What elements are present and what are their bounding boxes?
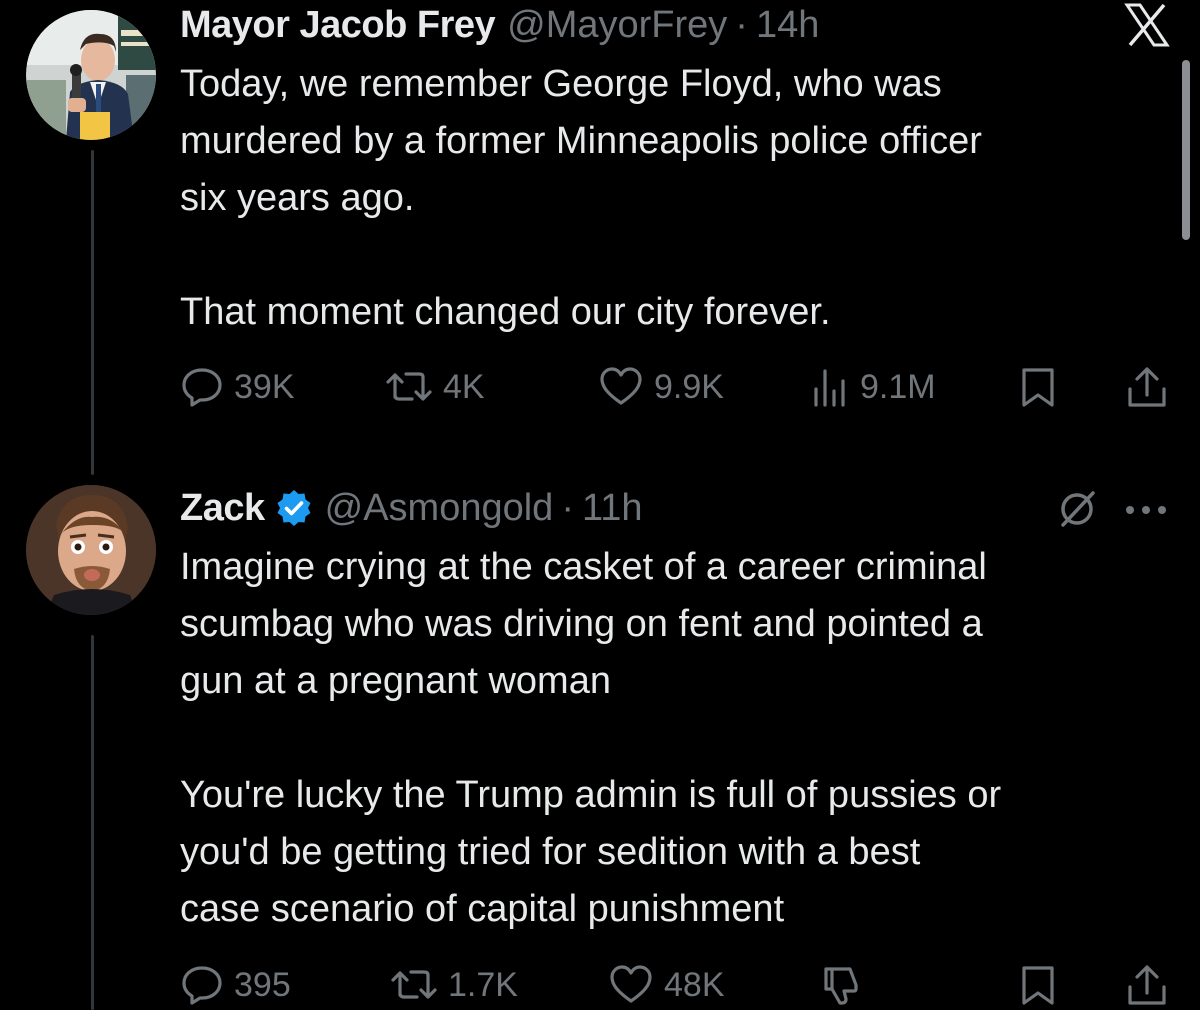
views-button[interactable]: 9.1M (810, 362, 936, 412)
more-icon[interactable] (1118, 490, 1174, 530)
like-button[interactable]: 9.9K (598, 362, 724, 412)
tweet-text-1: Today, we remember George Floyd, who was… (180, 63, 982, 333)
bookmark-icon (1018, 963, 1058, 1007)
tweet-text-2: Imagine crying at the casket of a career… (180, 546, 1002, 930)
repost-icon (390, 963, 438, 1007)
share-button[interactable] (1125, 960, 1169, 1010)
tweet-header-2: Zack @Asmongold · 11h (180, 485, 643, 531)
repost-count: 1.7K (448, 965, 518, 1004)
views-count: 9.1M (860, 367, 936, 406)
like-button[interactable]: 48K (608, 960, 725, 1010)
like-icon (598, 365, 644, 409)
bookmark-button[interactable] (1018, 362, 1058, 412)
author-name[interactable]: Zack (180, 485, 265, 531)
thread-line-top (91, 150, 94, 475)
action-bar-1: 39K 4K 9.9K 9.1M (180, 362, 1170, 412)
reply-icon (180, 963, 224, 1007)
timestamp[interactable]: 14h (756, 2, 819, 48)
author-handle[interactable]: @Asmongold (325, 485, 554, 531)
reply-icon (180, 365, 224, 409)
avatar-zack[interactable] (26, 485, 156, 615)
views-icon (810, 365, 850, 409)
grok-icon[interactable] (1052, 486, 1102, 532)
reply-count: 39K (234, 367, 295, 406)
bookmark-icon (1018, 365, 1058, 409)
timestamp[interactable]: 11h (582, 485, 643, 531)
like-count: 48K (664, 965, 725, 1004)
share-icon (1125, 963, 1169, 1007)
verified-badge-icon (275, 489, 313, 527)
author-handle[interactable]: @MayorFrey (507, 2, 727, 48)
repost-count: 4K (443, 367, 485, 406)
share-icon (1125, 365, 1169, 409)
bookmark-button[interactable] (1018, 960, 1058, 1010)
reply-count: 395 (234, 965, 291, 1004)
repost-button[interactable]: 1.7K (390, 960, 518, 1010)
dislike-button[interactable] (820, 960, 866, 1010)
like-icon (608, 963, 654, 1007)
dislike-icon (820, 963, 866, 1007)
avatar-mayor[interactable] (26, 10, 156, 140)
reply-button[interactable]: 39K (180, 362, 295, 412)
separator-dot: · (735, 4, 748, 46)
separator-dot: · (561, 487, 574, 529)
tweet-header-1: Mayor Jacob Frey @MayorFrey · 14h (180, 2, 819, 48)
repost-icon (385, 365, 433, 409)
like-count: 9.9K (654, 367, 724, 406)
reply-button[interactable]: 395 (180, 960, 291, 1010)
share-button[interactable] (1125, 362, 1169, 412)
close-icon[interactable] (1122, 2, 1172, 48)
thread-line-bottom (91, 635, 94, 1010)
scrollbar[interactable] (1182, 60, 1190, 240)
author-name[interactable]: Mayor Jacob Frey (180, 2, 496, 48)
repost-button[interactable]: 4K (385, 362, 485, 412)
action-bar-2: 395 1.7K 48K (180, 960, 1170, 1010)
